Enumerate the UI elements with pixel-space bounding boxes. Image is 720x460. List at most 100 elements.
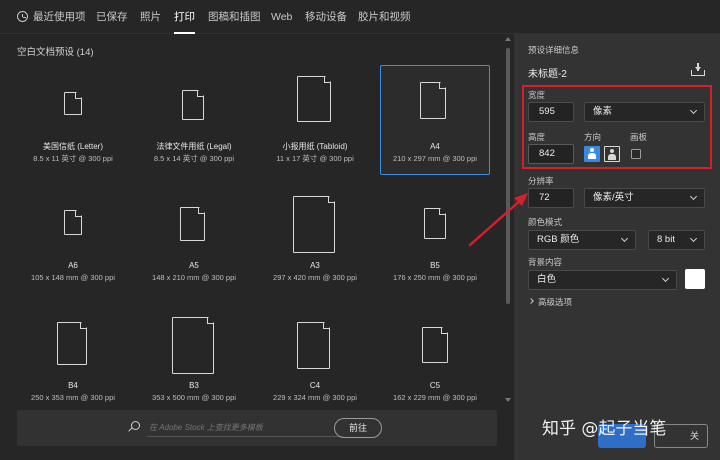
tab-recent[interactable]: 最近使用项 bbox=[33, 0, 86, 34]
document-icon bbox=[293, 195, 336, 253]
preset-card-a3[interactable]: A3 297 x 420 mm @ 300 ppi bbox=[260, 184, 370, 294]
chevron-down-icon bbox=[620, 234, 629, 243]
preset-name: A5 bbox=[189, 261, 199, 270]
preset-card-a4[interactable]: A4 210 x 297 mm @ 300 ppi bbox=[380, 65, 490, 175]
width-unit-value: 像素 bbox=[593, 106, 613, 117]
document-icon bbox=[297, 321, 331, 369]
document-icon bbox=[182, 89, 205, 120]
color-mode-value: RGB 颜色 bbox=[537, 234, 580, 245]
height-field[interactable]: 842 bbox=[528, 144, 574, 164]
chevron-down-icon bbox=[689, 192, 698, 201]
preset-name: C5 bbox=[429, 381, 441, 390]
preset-size: 210 x 297 mm @ 300 ppi bbox=[393, 154, 477, 163]
presets-scrollbar[interactable] bbox=[502, 34, 514, 406]
tab-saved[interactable]: 已保存 bbox=[96, 0, 128, 34]
resolution-label: 分辨率 bbox=[528, 176, 554, 186]
scroll-up-icon[interactable] bbox=[505, 37, 511, 41]
watermark-text: 知乎 @起子当笔 bbox=[542, 419, 667, 439]
chevron-down-icon bbox=[661, 274, 670, 283]
preset-size: 297 x 420 mm @ 300 ppi bbox=[273, 273, 357, 282]
stock-go-button[interactable]: 前往 bbox=[334, 418, 382, 438]
width-label: 宽度 bbox=[528, 90, 546, 100]
search-icon bbox=[131, 421, 140, 430]
preset-name: B4 bbox=[68, 381, 78, 390]
top-tab-bar: 最近使用项 已保存 照片 打印 图稿和插图 Web 移动设备 胶片和视频 bbox=[0, 0, 720, 34]
orientation-label: 方向 bbox=[584, 132, 602, 142]
width-unit-select[interactable]: 像素 bbox=[584, 102, 705, 122]
portrait-orientation-button[interactable] bbox=[584, 146, 600, 162]
preset-card-legal[interactable]: 法律文件用纸 (Legal) 8.5 x 14 英寸 @ 300 ppi bbox=[139, 65, 249, 175]
scroll-thumb[interactable] bbox=[506, 48, 510, 304]
presets-section-title: 空白文档预设 (14) bbox=[17, 47, 94, 58]
preset-size: 8.5 x 11 英寸 @ 300 ppi bbox=[33, 154, 113, 163]
preset-card-a6[interactable]: A6 105 x 148 mm @ 300 ppi bbox=[18, 184, 128, 294]
save-preset-icon[interactable] bbox=[691, 63, 705, 76]
tab-art-illustration[interactable]: 图稿和插图 bbox=[208, 0, 261, 34]
resolution-unit-select[interactable]: 像素/英寸 bbox=[584, 188, 705, 208]
preset-card-b3[interactable]: B3 353 x 500 mm @ 300 ppi bbox=[139, 302, 249, 412]
scroll-down-icon[interactable] bbox=[505, 398, 511, 402]
tab-web[interactable]: Web bbox=[271, 0, 292, 34]
preset-card-b5[interactable]: B5 176 x 250 mm @ 300 ppi bbox=[380, 184, 490, 294]
document-icon bbox=[180, 206, 206, 241]
bit-depth-select[interactable]: 8 bit bbox=[648, 230, 705, 250]
preset-size: 229 x 324 mm @ 300 ppi bbox=[273, 393, 357, 402]
preset-card-tabloid[interactable]: 小报用纸 (Tabloid) 11 x 17 英寸 @ 300 ppi bbox=[260, 65, 370, 175]
chevron-right-icon[interactable] bbox=[528, 298, 534, 304]
resolution-unit-value: 像素/英寸 bbox=[593, 192, 634, 203]
preset-name: A3 bbox=[310, 261, 320, 270]
preset-name: B3 bbox=[189, 381, 199, 390]
tab-film-video[interactable]: 胶片和视频 bbox=[358, 0, 411, 34]
stock-search-input[interactable] bbox=[147, 418, 343, 437]
preset-card-b4[interactable]: B4 250 x 353 mm @ 300 ppi bbox=[18, 302, 128, 412]
tab-photo[interactable]: 照片 bbox=[140, 0, 161, 34]
color-mode-select[interactable]: RGB 颜色 bbox=[528, 230, 636, 250]
artboard-checkbox[interactable] bbox=[631, 149, 641, 159]
background-label: 背景内容 bbox=[528, 257, 563, 267]
tab-print[interactable]: 打印 bbox=[174, 0, 195, 34]
height-label: 高度 bbox=[528, 132, 546, 142]
preset-size: 148 x 210 mm @ 300 ppi bbox=[152, 273, 236, 282]
background-color-swatch[interactable] bbox=[685, 269, 705, 289]
preset-name: A4 bbox=[430, 142, 440, 151]
landscape-orientation-button[interactable] bbox=[604, 146, 620, 162]
preset-size: 176 x 250 mm @ 300 ppi bbox=[393, 273, 477, 282]
preset-details-header: 预设详细信息 bbox=[528, 45, 580, 55]
document-title[interactable]: 未标题-2 bbox=[528, 65, 567, 80]
document-icon bbox=[420, 81, 447, 119]
preset-card-c5[interactable]: C5 162 x 229 mm @ 300 ppi bbox=[380, 302, 490, 412]
preset-name: A6 bbox=[68, 261, 78, 270]
background-value: 白色 bbox=[537, 274, 557, 285]
preset-size: 11 x 17 英寸 @ 300 ppi bbox=[276, 154, 354, 163]
resolution-field[interactable]: 72 bbox=[528, 188, 574, 208]
color-mode-label: 颜色模式 bbox=[528, 217, 563, 227]
presets-panel: 空白文档预设 (14) 美国信纸 (Letter) 8.5 x 11 英寸 @ … bbox=[0, 34, 514, 460]
preset-card-a5[interactable]: A5 148 x 210 mm @ 300 ppi bbox=[139, 184, 249, 294]
clock-icon bbox=[17, 11, 28, 22]
artboard-label: 画板 bbox=[630, 132, 648, 142]
preset-name: 法律文件用纸 (Legal) bbox=[156, 142, 232, 151]
tab-mobile[interactable]: 移动设备 bbox=[305, 0, 347, 34]
preset-name: 美国信纸 (Letter) bbox=[42, 142, 103, 151]
bit-depth-value: 8 bit bbox=[657, 234, 675, 245]
preset-name: C4 bbox=[309, 381, 321, 390]
document-icon bbox=[57, 321, 88, 365]
preset-size: 105 x 148 mm @ 300 ppi bbox=[31, 273, 115, 282]
document-icon bbox=[297, 75, 332, 122]
preset-size: 162 x 229 mm @ 300 ppi bbox=[393, 393, 477, 402]
preset-name: 小报用纸 (Tabloid) bbox=[282, 142, 348, 151]
preset-card-c4[interactable]: C4 229 x 324 mm @ 300 ppi bbox=[260, 302, 370, 412]
document-icon bbox=[422, 326, 449, 363]
chevron-down-icon bbox=[689, 234, 698, 243]
background-select[interactable]: 白色 bbox=[528, 270, 677, 290]
document-icon bbox=[64, 209, 83, 235]
document-icon bbox=[172, 316, 215, 374]
advanced-options-toggle[interactable]: 高级选项 bbox=[538, 296, 572, 308]
preset-size: 353 x 500 mm @ 300 ppi bbox=[152, 393, 236, 402]
document-icon bbox=[424, 207, 447, 239]
chevron-down-icon bbox=[689, 106, 698, 115]
preset-name: B5 bbox=[430, 261, 440, 270]
adobe-stock-search-bar: 前往 bbox=[17, 410, 497, 446]
width-field[interactable]: 595 bbox=[528, 102, 574, 122]
preset-card-letter[interactable]: 美国信纸 (Letter) 8.5 x 11 英寸 @ 300 ppi bbox=[18, 65, 128, 175]
